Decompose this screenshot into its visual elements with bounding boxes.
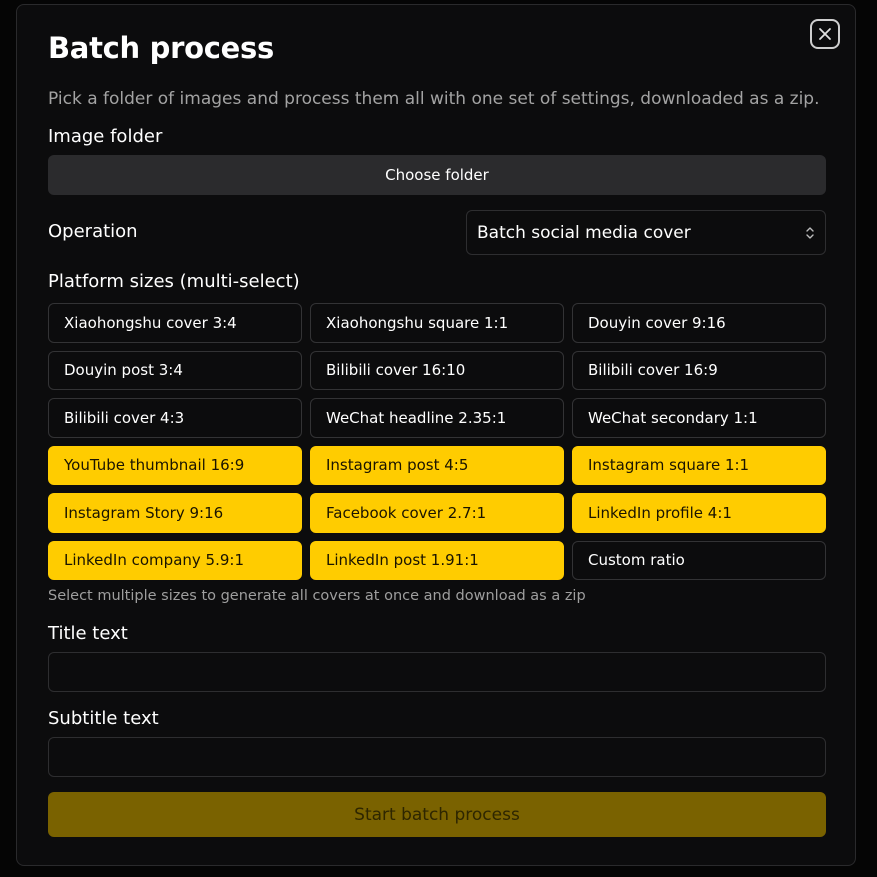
platform-size-option[interactable]: Facebook cover 2.7:1 — [310, 493, 564, 533]
dialog-title: Batch process — [48, 31, 274, 65]
operation-selected-value: Batch social media cover — [477, 222, 691, 243]
subtitle-text-input[interactable] — [48, 737, 826, 777]
platform-size-option[interactable]: WeChat secondary 1:1 — [572, 398, 826, 438]
platform-size-option[interactable]: Instagram square 1:1 — [572, 445, 826, 485]
subtitle-text-label: Subtitle text — [48, 708, 159, 729]
platform-size-option[interactable]: Douyin post 3:4 — [48, 350, 302, 390]
platform-sizes-label: Platform sizes (multi-select) — [48, 271, 300, 292]
platform-size-option[interactable]: WeChat headline 2.35:1 — [310, 398, 564, 438]
close-icon — [819, 28, 831, 40]
platform-size-option[interactable]: Xiaohongshu cover 3:4 — [48, 303, 302, 343]
platform-size-option[interactable]: Douyin cover 9:16 — [572, 303, 826, 343]
platform-size-option[interactable]: Instagram Story 9:16 — [48, 493, 302, 533]
platform-sizes-hint: Select multiple sizes to generate all co… — [48, 588, 586, 604]
platform-size-option[interactable]: Xiaohongshu square 1:1 — [310, 303, 564, 343]
operation-label: Operation — [48, 221, 138, 242]
choose-folder-button[interactable]: Choose folder — [48, 155, 826, 195]
title-text-input[interactable] — [48, 652, 826, 692]
platform-size-option[interactable]: Custom ratio — [572, 540, 826, 580]
platform-size-option[interactable]: LinkedIn post 1.91:1 — [310, 540, 564, 580]
operation-select[interactable]: Batch social media cover — [466, 210, 826, 255]
start-batch-process-button[interactable]: Start batch process — [48, 792, 826, 837]
platform-size-option[interactable]: Instagram post 4:5 — [310, 445, 564, 485]
platform-size-option[interactable]: Bilibili cover 16:10 — [310, 350, 564, 390]
title-text-label: Title text — [48, 623, 128, 644]
platform-size-option[interactable]: LinkedIn company 5.9:1 — [48, 540, 302, 580]
platform-size-grid: Xiaohongshu cover 3:4 Xiaohongshu square … — [48, 303, 826, 580]
platform-size-option[interactable]: Bilibili cover 4:3 — [48, 398, 302, 438]
chevron-up-down-icon — [806, 227, 814, 239]
platform-size-option[interactable]: Bilibili cover 16:9 — [572, 350, 826, 390]
close-button[interactable] — [810, 19, 840, 49]
image-folder-label: Image folder — [48, 126, 163, 147]
platform-size-option[interactable]: LinkedIn profile 4:1 — [572, 493, 826, 533]
batch-process-dialog: Batch process Pick a folder of images an… — [16, 4, 856, 866]
dialog-description: Pick a folder of images and process them… — [48, 89, 820, 109]
platform-size-option[interactable]: YouTube thumbnail 16:9 — [48, 445, 302, 485]
